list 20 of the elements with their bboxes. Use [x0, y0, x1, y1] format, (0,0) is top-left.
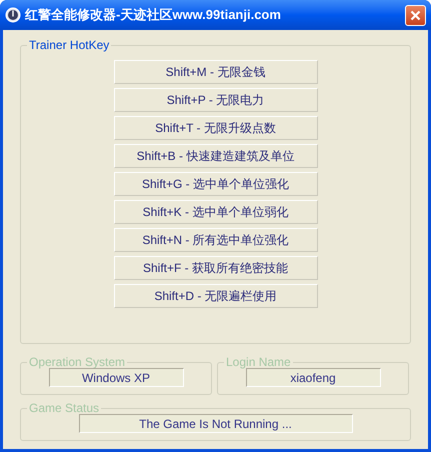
- hotkey-button[interactable]: Shift+D - 无限遍栏使用: [114, 284, 318, 308]
- value-field: The Game Is Not Running ...: [78, 414, 352, 433]
- hotkey-button[interactable]: Shift+N - 所有选中单位强化: [114, 228, 318, 252]
- hotkey-button[interactable]: Shift+F - 获取所有绝密技能: [114, 256, 318, 280]
- window-title: 红警全能修改器-天迹社区www.99tianji.com: [25, 6, 282, 24]
- hotkey-button[interactable]: Shift+P - 无限电力: [114, 88, 318, 112]
- group-title: Login Name: [225, 356, 292, 368]
- group-title: Trainer HotKey: [28, 37, 110, 54]
- app-icon: [5, 7, 21, 23]
- hotkey-button[interactable]: Shift+B - 快速建造建筑及单位: [114, 144, 318, 168]
- value-field: xiaofeng: [246, 368, 380, 387]
- hotkey-button[interactable]: Shift+K - 选中单个单位弱化: [114, 200, 318, 224]
- close-icon: [410, 10, 421, 20]
- group-title: Operation System: [28, 356, 126, 368]
- group-title: Game Status: [28, 402, 100, 414]
- hotkey-button[interactable]: Shift+T - 无限升级点数: [114, 116, 318, 140]
- hotkey-button[interactable]: Shift+G - 选中单个单位强化: [114, 172, 318, 196]
- hotkey-button[interactable]: Shift+M - 无限金钱: [114, 60, 318, 84]
- close-button[interactable]: [405, 4, 426, 26]
- value-field: Windows XP: [48, 368, 184, 387]
